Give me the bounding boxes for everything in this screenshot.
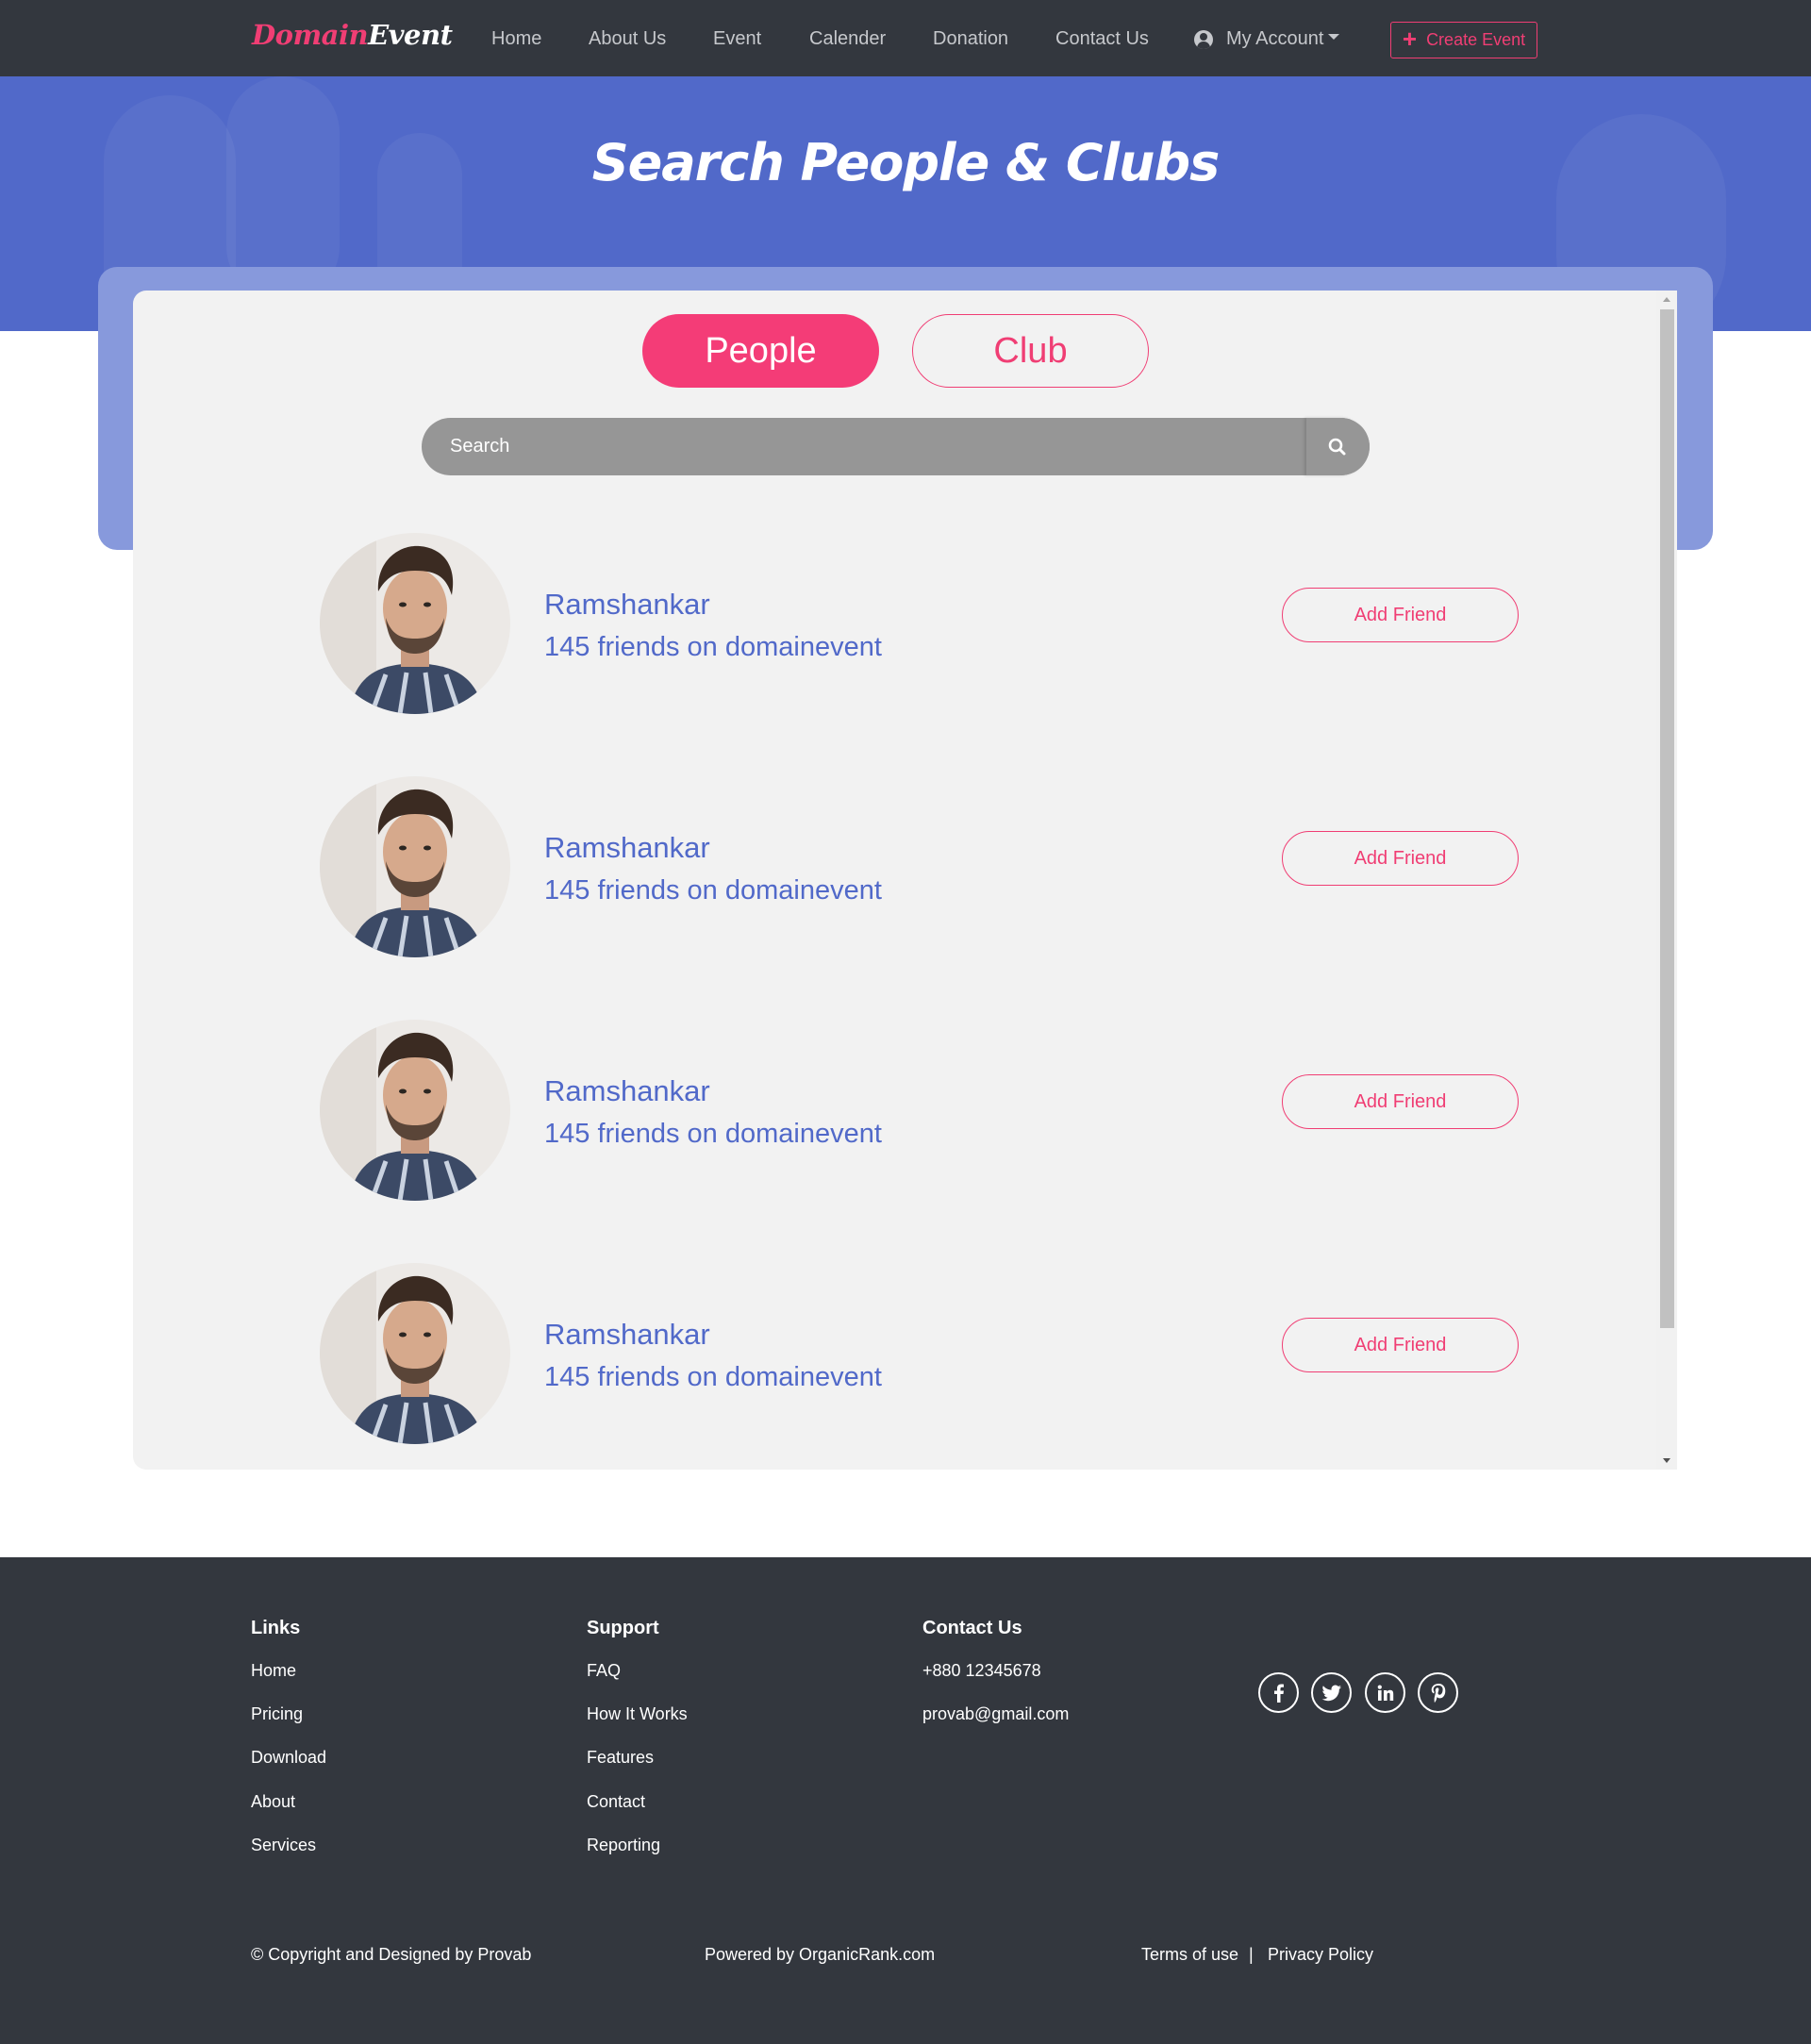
copyright-text: © Copyright and Designed by Provab bbox=[251, 1945, 532, 1964]
create-event-label: Create Event bbox=[1426, 30, 1526, 49]
powered-by-link[interactable]: Powered by OrganicRank.com bbox=[705, 1945, 935, 1965]
search-bar bbox=[422, 418, 1370, 475]
search-button[interactable] bbox=[1306, 418, 1370, 475]
footer-support-heading: Support bbox=[587, 1618, 659, 1638]
page-title: Search People & Clubs bbox=[591, 133, 1221, 192]
card-scrollbar[interactable] bbox=[1656, 291, 1677, 1470]
avatar[interactable] bbox=[320, 1263, 510, 1444]
scrollbar-thumb[interactable] bbox=[1660, 309, 1674, 1328]
nav-event[interactable]: Event bbox=[713, 28, 761, 50]
person-row: Ramshankar 145 friends on domainevent Ad… bbox=[133, 776, 1656, 965]
search-input[interactable] bbox=[450, 418, 1299, 475]
footer-link-faq[interactable]: FAQ bbox=[587, 1661, 621, 1681]
footer-link-reporting[interactable]: Reporting bbox=[587, 1836, 660, 1855]
footer-links-heading: Links bbox=[251, 1618, 301, 1638]
site-footer: Links Home Pricing Download About Servic… bbox=[0, 1557, 1811, 2044]
nav-contact-us[interactable]: Contact Us bbox=[1055, 28, 1149, 50]
scroll-down-icon[interactable] bbox=[1663, 1458, 1670, 1463]
nav-donation[interactable]: Donation bbox=[933, 28, 1008, 50]
caret-down-icon bbox=[1328, 33, 1340, 40]
avatar[interactable] bbox=[320, 776, 510, 957]
footer-link-home[interactable]: Home bbox=[251, 1661, 296, 1681]
person-name[interactable]: Ramshankar bbox=[544, 588, 710, 622]
brand-part-domain: Domain bbox=[252, 19, 369, 51]
add-friend-button[interactable]: Add Friend bbox=[1282, 1318, 1519, 1372]
person-friends-count: 145 friends on domainevent bbox=[544, 632, 882, 662]
user-circle-icon bbox=[1194, 29, 1213, 49]
twitter-icon[interactable] bbox=[1311, 1672, 1352, 1713]
pinterest-icon[interactable] bbox=[1418, 1672, 1458, 1713]
add-friend-button[interactable]: Add Friend bbox=[1282, 588, 1519, 642]
footer-link-features[interactable]: Features bbox=[587, 1748, 654, 1768]
my-account-label: My Account bbox=[1226, 28, 1324, 49]
plus-icon: + bbox=[1402, 25, 1418, 53]
terms-of-use-link[interactable]: Terms of use bbox=[1141, 1945, 1238, 1965]
footer-link-contact[interactable]: Contact bbox=[587, 1792, 645, 1812]
create-event-button[interactable]: + Create Event bbox=[1390, 22, 1537, 58]
nav-home[interactable]: Home bbox=[491, 28, 541, 50]
footer-link-pricing[interactable]: Pricing bbox=[251, 1704, 303, 1724]
footer-phone: +880 12345678 bbox=[922, 1661, 1041, 1680]
person-friends-count: 145 friends on domainevent bbox=[544, 1119, 882, 1149]
add-friend-button[interactable]: Add Friend bbox=[1282, 831, 1519, 886]
brand-logo[interactable]: DomainEvent bbox=[252, 19, 453, 51]
footer-link-services[interactable]: Services bbox=[251, 1836, 316, 1855]
person-name[interactable]: Ramshankar bbox=[544, 1318, 710, 1352]
footer-link-download[interactable]: Download bbox=[251, 1748, 326, 1768]
person-row: Ramshankar 145 friends on domainevent Ad… bbox=[133, 1263, 1656, 1452]
facebook-icon[interactable] bbox=[1258, 1672, 1299, 1713]
person-row: Ramshankar 145 friends on domainevent Ad… bbox=[133, 533, 1656, 722]
person-name[interactable]: Ramshankar bbox=[544, 1074, 710, 1108]
nav-about-us[interactable]: About Us bbox=[589, 28, 666, 50]
search-icon bbox=[1328, 438, 1346, 456]
avatar[interactable] bbox=[320, 533, 510, 714]
footer-link-about[interactable]: About bbox=[251, 1792, 295, 1812]
footer-separator: | bbox=[1249, 1945, 1254, 1964]
avatar[interactable] bbox=[320, 1020, 510, 1201]
privacy-policy-link[interactable]: Privacy Policy bbox=[1268, 1945, 1373, 1965]
footer-email[interactable]: provab@gmail.com bbox=[922, 1704, 1069, 1724]
scroll-up-icon[interactable] bbox=[1663, 297, 1670, 302]
footer-contact-heading: Contact Us bbox=[922, 1618, 1022, 1638]
nav-calender[interactable]: Calender bbox=[809, 28, 886, 50]
person-friends-count: 145 friends on domainevent bbox=[544, 875, 882, 906]
person-friends-count: 145 friends on domainevent bbox=[544, 1362, 882, 1392]
linkedin-icon[interactable] bbox=[1365, 1672, 1405, 1713]
top-navbar: DomainEvent Home About Us Event Calender… bbox=[0, 0, 1811, 76]
person-name[interactable]: Ramshankar bbox=[544, 831, 710, 865]
my-account-dropdown[interactable]: My Account bbox=[1194, 28, 1340, 50]
brand-part-event: Event bbox=[368, 19, 453, 51]
tab-club[interactable]: Club bbox=[912, 314, 1149, 388]
person-row: Ramshankar 145 friends on domainevent Ad… bbox=[133, 1020, 1656, 1208]
footer-link-how-it-works[interactable]: How It Works bbox=[587, 1704, 688, 1724]
tab-people[interactable]: People bbox=[642, 314, 879, 388]
add-friend-button[interactable]: Add Friend bbox=[1282, 1074, 1519, 1129]
